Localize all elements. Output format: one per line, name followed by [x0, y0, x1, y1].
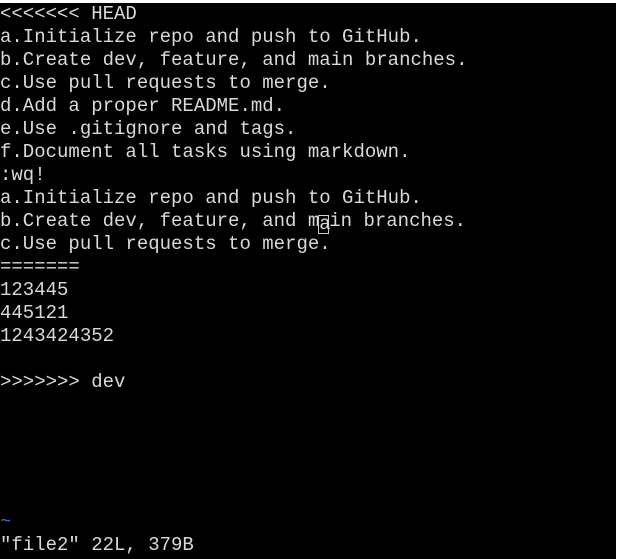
buffer-line: <<<<<<< HEAD: [0, 3, 137, 25]
buffer-line: a.Initialize repo and push to GitHub.: [0, 26, 422, 48]
buffer-line: c.Use pull requests to merge.: [0, 72, 331, 94]
buffer-text-after-cursor: in branches.: [329, 210, 467, 232]
text-cursor[interactable]: a: [318, 215, 331, 234]
buffer-line: :wq!: [0, 164, 46, 186]
buffer-line: 123445: [0, 279, 69, 301]
terminal-window[interactable]: <<<<<<< HEAD a.Initialize repo and push …: [0, 3, 616, 559]
buffer-line: 445121: [0, 302, 69, 324]
buffer-text-before-cursor: b.Create dev, feature, and m: [0, 210, 320, 232]
buffer-line-with-cursor: b.Create dev, feature, and main branches…: [0, 210, 616, 234]
buffer-line: 1243424352: [0, 325, 115, 347]
buffer-line: e.Use .gitignore and tags.: [0, 118, 297, 140]
status-line: "file2" 22L, 379B: [0, 534, 194, 556]
empty-line-tilde: ~: [0, 511, 12, 533]
buffer-line: c.Use pull requests to merge.: [0, 233, 331, 255]
merge-marker-end: >>>>>>> dev: [0, 371, 126, 393]
buffer-line: [0, 348, 616, 371]
merge-separator: =======: [0, 256, 80, 278]
buffer-line: b.Create dev, feature, and main branches…: [0, 49, 468, 71]
buffer-line: f.Document all tasks using markdown.: [0, 141, 411, 163]
buffer-line: d.Add a proper README.md.: [0, 95, 286, 117]
buffer-line: a.Initialize repo and push to GitHub.: [0, 187, 422, 209]
